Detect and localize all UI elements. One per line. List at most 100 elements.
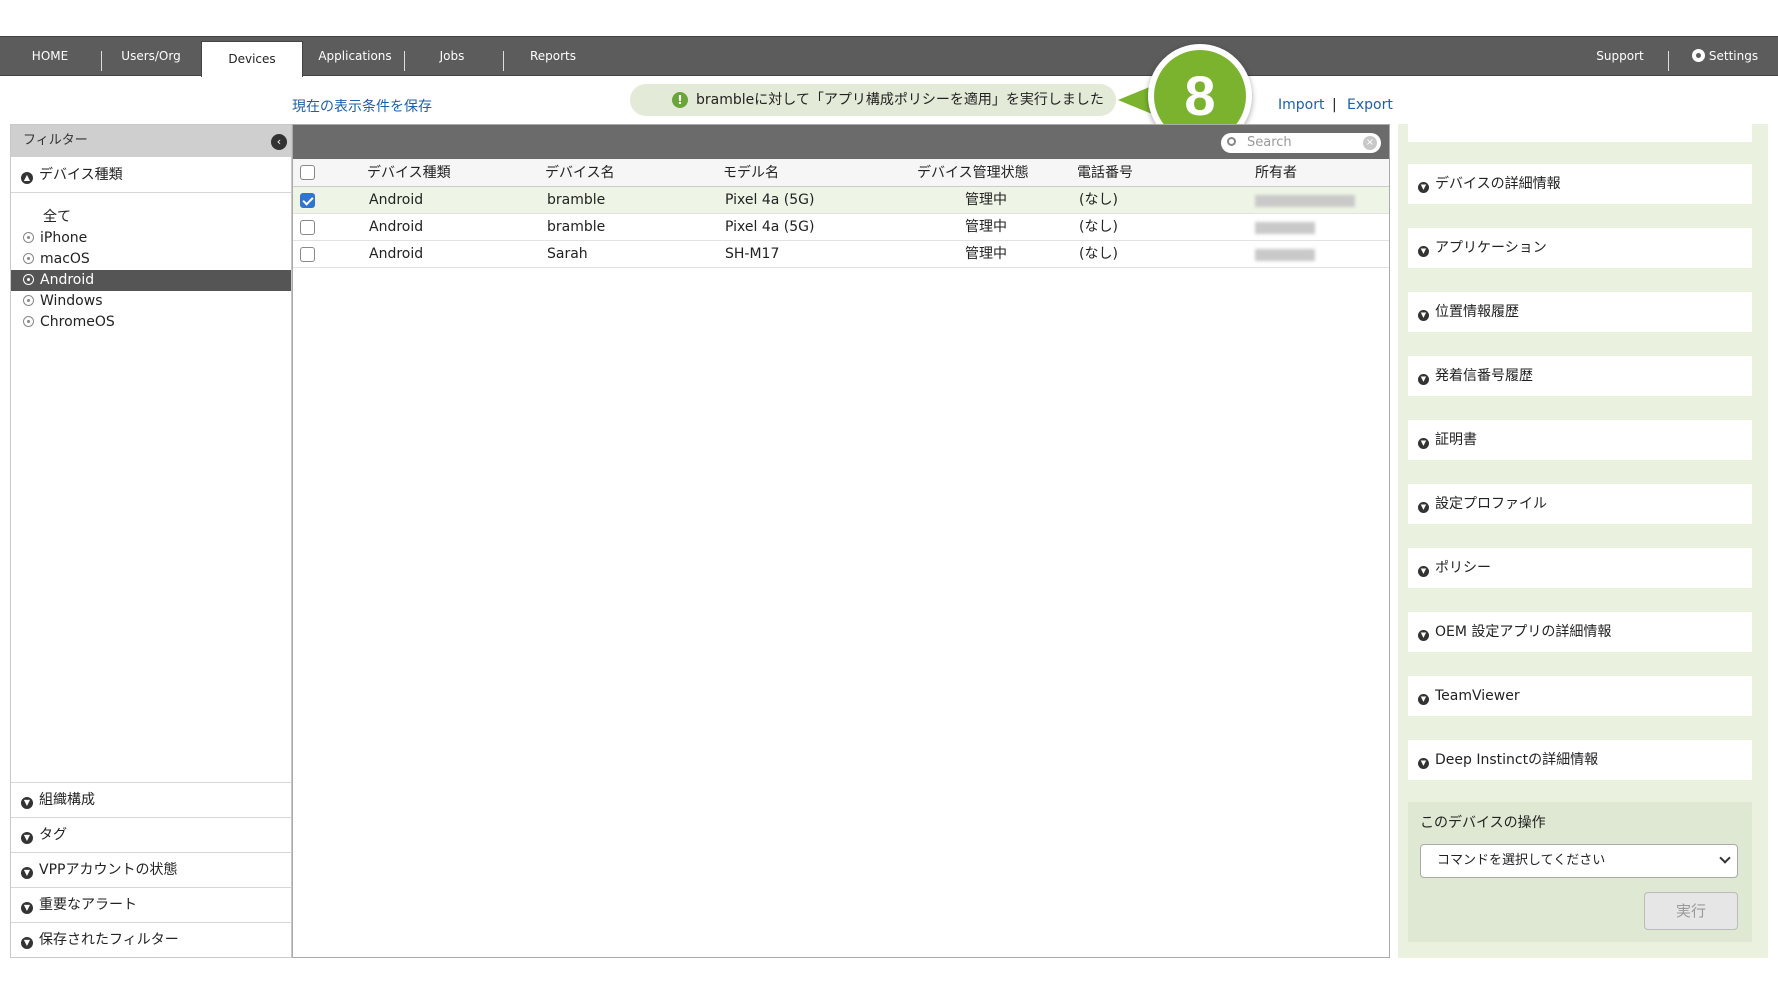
tab-jobs[interactable]: Jobs	[420, 37, 484, 75]
chevron-down-icon: ▼	[21, 867, 33, 879]
command-select[interactable]: コマンドを選択してください	[1420, 844, 1738, 878]
option-all[interactable]: 全て	[11, 207, 291, 228]
export-link[interactable]: Export	[1347, 97, 1393, 113]
column-header-status[interactable]: デバイス管理状態	[917, 159, 1029, 187]
run-button[interactable]: 実行	[1644, 892, 1738, 930]
filter-header: フィルター ‹	[11, 125, 291, 157]
search-input[interactable]: Search ×	[1221, 133, 1381, 153]
card-label: TeamViewer	[1435, 688, 1520, 704]
nav-separator	[503, 51, 504, 71]
section-label: デバイス種類	[39, 167, 123, 183]
chevron-down-icon: ▼	[21, 832, 33, 844]
settings-link[interactable]: Settings	[1680, 37, 1770, 75]
card-label: Deep Instinctの詳細情報	[1435, 752, 1599, 768]
option-iphone[interactable]: iPhone	[11, 228, 291, 249]
tab-reports[interactable]: Reports	[516, 37, 590, 75]
tab-applications[interactable]: Applications	[312, 37, 398, 75]
cell-phone: (なし)	[1079, 192, 1118, 208]
option-label: 全て	[43, 209, 71, 225]
cell-phone: (なし)	[1079, 219, 1118, 235]
option-chromeos[interactable]: ChromeOS	[11, 312, 291, 333]
step-callout-pointer	[1118, 86, 1152, 114]
section-tags[interactable]: ▼ タグ	[11, 817, 291, 852]
column-header-device-type[interactable]: デバイス種類	[367, 159, 451, 187]
search-placeholder: Search	[1247, 135, 1292, 150]
cell-status: 管理中	[965, 192, 1007, 208]
section-label: 保存されたフィルター	[39, 932, 179, 948]
option-windows[interactable]: Windows	[11, 291, 291, 312]
card-oem-config[interactable]: ▼ OEM 設定アプリの詳細情報	[1408, 612, 1752, 652]
card-device-details[interactable]: ▼ デバイスの詳細情報	[1408, 164, 1752, 204]
select-all-checkbox[interactable]	[300, 165, 315, 180]
section-device-type[interactable]: ▲ デバイス種類	[11, 157, 291, 193]
chevron-down-icon: ▼	[1418, 502, 1429, 513]
option-macos[interactable]: macOS	[11, 249, 291, 270]
cell-device-type: Android	[369, 246, 424, 262]
cell-model: Pixel 4a (5G)	[725, 219, 815, 235]
radio-icon	[23, 316, 34, 327]
radio-icon	[23, 274, 34, 285]
card-teamviewer[interactable]: ▼ TeamViewer	[1408, 676, 1752, 716]
option-label: Windows	[40, 293, 103, 309]
card-deep-instinct[interactable]: ▼ Deep Instinctの詳細情報	[1408, 740, 1752, 780]
support-link[interactable]: Support	[1584, 37, 1656, 75]
row-checkbox[interactable]	[300, 193, 315, 208]
tab-devices[interactable]: Devices	[201, 41, 303, 77]
section-label: 組織構成	[39, 792, 95, 808]
card-certificates[interactable]: ▼ 証明書	[1408, 420, 1752, 460]
card-call-history[interactable]: ▼ 発着信番号履歴	[1408, 356, 1752, 396]
section-vpp-status[interactable]: ▼ VPPアカウントの状態	[11, 852, 291, 887]
device-table-panel: Search × デバイス種類 デバイス名 モデル名 デバイス管理状態 電話番号…	[292, 124, 1390, 958]
card-location-history[interactable]: ▼ 位置情報履歴	[1408, 292, 1752, 332]
column-header-owner[interactable]: 所有者	[1255, 159, 1297, 187]
import-link[interactable]: Import	[1278, 97, 1324, 113]
chevron-down-icon: ▼	[21, 937, 33, 949]
column-header-model[interactable]: モデル名	[723, 159, 779, 187]
cell-device-name: bramble	[547, 192, 606, 208]
card-label: アプリケーション	[1435, 240, 1547, 256]
card-applications[interactable]: ▼ アプリケーション	[1408, 228, 1752, 268]
radio-icon	[23, 232, 34, 243]
option-android[interactable]: Android	[11, 270, 291, 291]
card-label: 設定プロファイル	[1435, 496, 1547, 512]
section-organization[interactable]: ▼ 組織構成	[11, 782, 291, 817]
table-row[interactable]: Android bramble Pixel 4a (5G) 管理中 (なし)	[293, 187, 1389, 214]
device-detail-panel: ▼ デバイスの詳細情報 ▼ アプリケーション ▼ 位置情報履歴 ▼ 発着信番号履歴 ▼ 証…	[1398, 110, 1768, 958]
clear-search-icon[interactable]: ×	[1363, 136, 1377, 150]
radio-icon	[23, 253, 34, 264]
collapse-left-icon[interactable]: ‹	[271, 134, 287, 150]
radio-icon	[23, 295, 34, 306]
save-view-link[interactable]: 現在の表示条件を保存	[292, 96, 432, 116]
chevron-up-icon: ▲	[21, 172, 33, 184]
row-checkbox[interactable]	[300, 220, 315, 235]
tab-home[interactable]: HOME	[18, 37, 82, 75]
chevron-down-icon: ▼	[1418, 566, 1429, 577]
option-label: macOS	[40, 251, 90, 267]
filter-panel: フィルター ‹ ▲ デバイス種類 全て iPhone macOS Android …	[10, 124, 292, 958]
tab-users-org[interactable]: Users/Org	[110, 37, 192, 75]
option-label: iPhone	[40, 230, 88, 246]
table-row[interactable]: Android Sarah SH-M17 管理中 (なし)	[293, 241, 1389, 268]
column-header-phone[interactable]: 電話番号	[1077, 159, 1133, 187]
row-checkbox[interactable]	[300, 247, 315, 262]
section-saved-filters[interactable]: ▼ 保存されたフィルター	[11, 922, 291, 957]
chevron-down-icon: ▼	[1418, 694, 1429, 705]
card-label: 証明書	[1435, 432, 1477, 448]
filter-sections: ▼ 組織構成 ▼ タグ ▼ VPPアカウントの状態 ▼ 重要なアラート ▼ 保存されたフィ…	[11, 782, 291, 957]
chevron-down-icon: ▼	[21, 902, 33, 914]
chevron-down-icon: ▼	[1418, 438, 1429, 449]
table-row[interactable]: Android bramble Pixel 4a (5G) 管理中 (なし)	[293, 214, 1389, 241]
column-header-device-name[interactable]: デバイス名	[545, 159, 615, 187]
operations-title: このデバイスの操作	[1420, 815, 1546, 831]
chevron-down-icon: ▼	[1418, 630, 1429, 641]
section-critical-alerts[interactable]: ▼ 重要なアラート	[11, 887, 291, 922]
card-label: OEM 設定アプリの詳細情報	[1435, 624, 1612, 640]
card-config-profiles[interactable]: ▼ 設定プロファイル	[1408, 484, 1752, 524]
section-label: タグ	[39, 827, 67, 843]
option-label: ChromeOS	[40, 314, 115, 330]
chevron-down-icon	[1719, 852, 1731, 864]
cell-status: 管理中	[965, 219, 1007, 235]
owner-redacted	[1255, 222, 1315, 234]
card-policies[interactable]: ▼ ポリシー	[1408, 548, 1752, 588]
chevron-down-icon: ▼	[1418, 758, 1429, 769]
